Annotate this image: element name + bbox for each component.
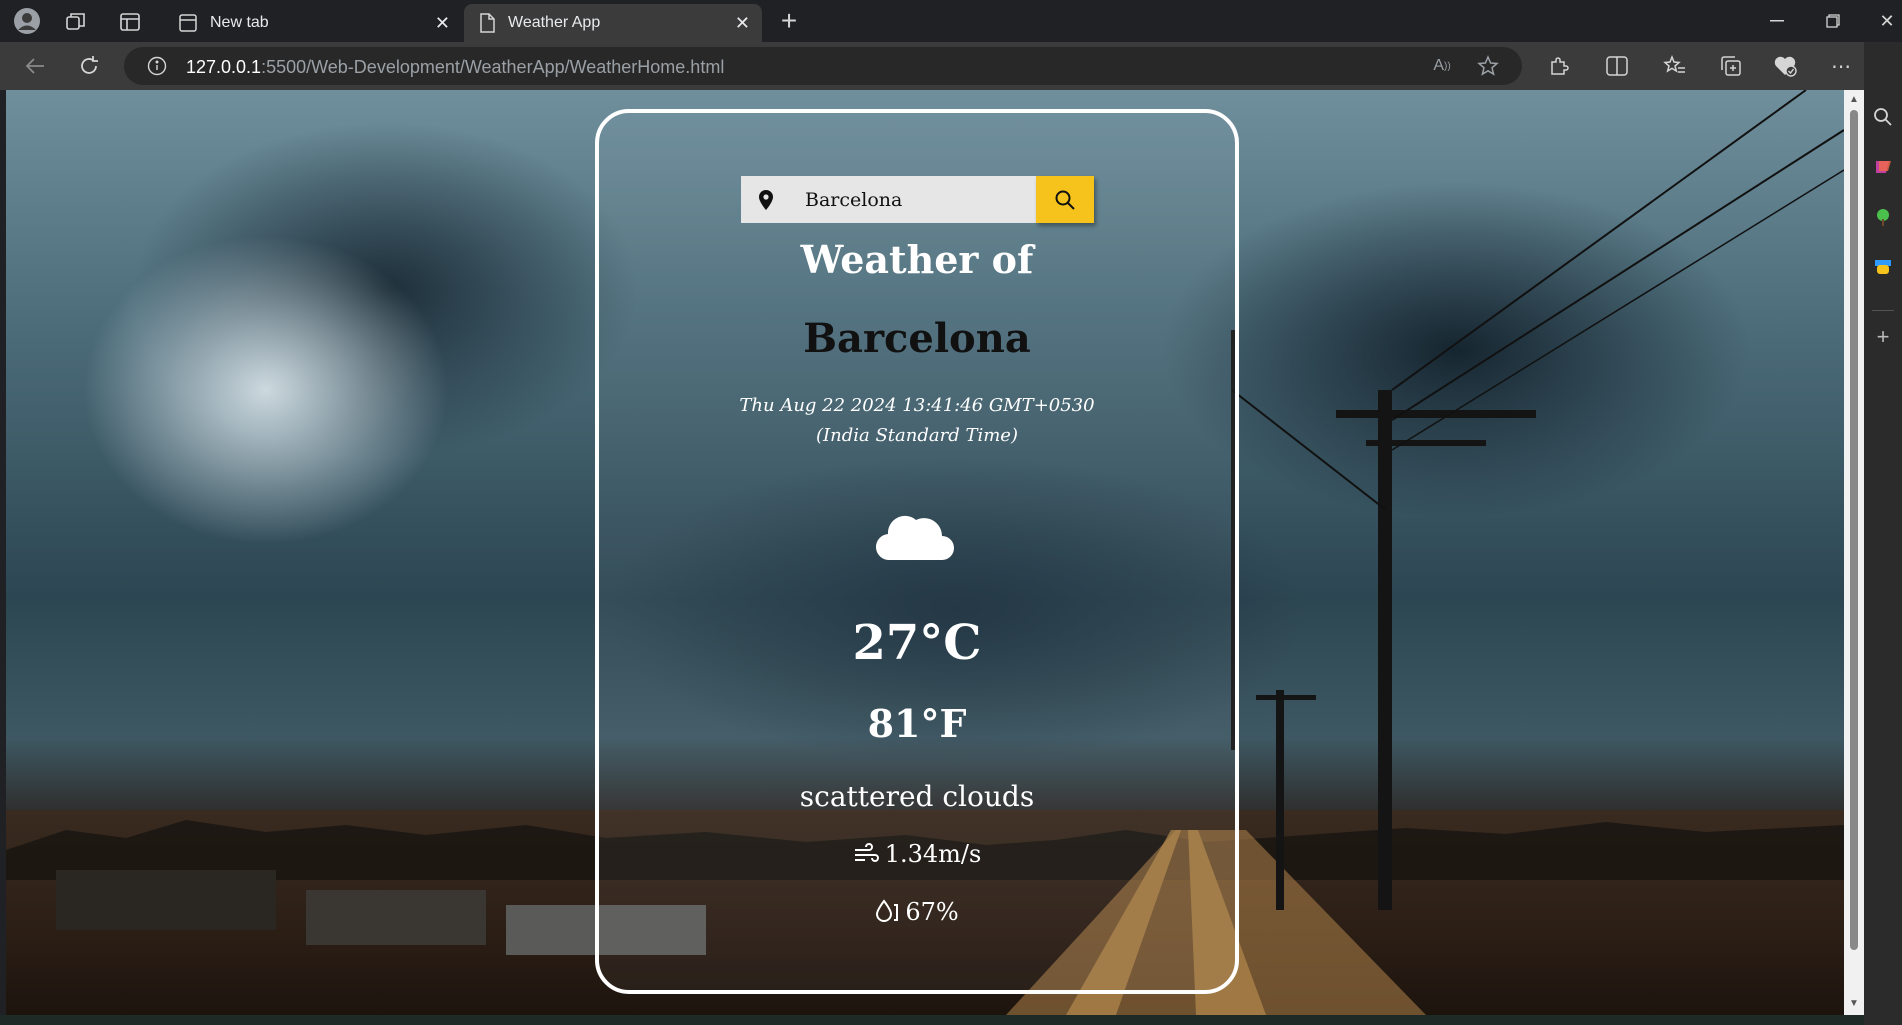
address-toolbar: 127.0.0.1:5500/Web-Development/WeatherAp… xyxy=(0,42,1902,90)
tab-new-tab[interactable]: New tab ✕ xyxy=(164,4,462,42)
tab-actions-icon[interactable] xyxy=(116,8,144,36)
search-button[interactable] xyxy=(1036,176,1094,223)
humidity-icon xyxy=(876,899,899,922)
location-pin-icon xyxy=(741,176,791,223)
collections-icon[interactable] xyxy=(1718,53,1744,79)
scroll-thumb[interactable] xyxy=(1850,110,1858,950)
restore-icon[interactable] xyxy=(1818,8,1848,34)
sidebar-office-icon[interactable] xyxy=(1870,254,1896,280)
bottom-status-strip xyxy=(0,1015,1864,1025)
url-text: 127.0.0.1:5500/Web-Development/WeatherAp… xyxy=(186,57,724,78)
sidebar-settings-gear-icon[interactable] xyxy=(1870,1020,1896,1025)
weather-description: scattered clouds xyxy=(799,780,1035,813)
url-host: 127.0.0.1 xyxy=(186,57,262,77)
minimize-icon[interactable] xyxy=(1762,8,1792,34)
sidebar-tree-icon[interactable] xyxy=(1870,204,1896,230)
new-tab-icon[interactable]: + xyxy=(774,5,804,36)
wind-value: 1.34m/s xyxy=(884,840,982,868)
temperature-celsius: 27°C xyxy=(852,615,982,671)
page-scrollbar[interactable]: ▲ ▼ xyxy=(1844,90,1864,1015)
humidity-value: 67% xyxy=(905,898,959,926)
scroll-up-arrow-icon[interactable]: ▲ xyxy=(1848,94,1860,105)
city-search-input[interactable] xyxy=(791,176,1036,223)
date-line: Thu Aug 22 2024 13:41:46 GMT+0530 xyxy=(739,395,1095,416)
more-menu-icon[interactable]: ⋯ xyxy=(1828,53,1854,79)
date-time: Thu Aug 22 2024 13:41:46 GMT+0530 (India… xyxy=(599,391,1235,451)
workspaces-icon[interactable] xyxy=(62,8,90,36)
wind-icon xyxy=(854,843,879,862)
page-icon xyxy=(478,13,496,33)
favorites-icon[interactable] xyxy=(1662,53,1688,79)
humidity: 67% xyxy=(599,898,1235,926)
weather-page-background: Weather of Barcelona Thu Aug 22 2024 13:… xyxy=(6,90,1844,1015)
site-info-icon[interactable] xyxy=(146,55,168,77)
edge-sidebar: + xyxy=(1864,42,1902,1025)
refresh-icon[interactable] xyxy=(74,51,104,81)
city-name: Barcelona xyxy=(803,315,1031,362)
weather-title: Weather of xyxy=(800,237,1034,282)
sidebar-divider xyxy=(1872,310,1894,311)
read-aloud-icon[interactable]: A)) xyxy=(1430,55,1454,77)
new-tab-page-icon xyxy=(178,13,198,33)
sidebar-shopping-icon[interactable] xyxy=(1870,154,1896,180)
close-tab-icon[interactable]: ✕ xyxy=(435,13,450,34)
temperature-fahrenheit: 81°F xyxy=(867,701,967,746)
extensions-icon[interactable] xyxy=(1546,53,1572,79)
timezone-line: (India Standard Time) xyxy=(816,425,1018,446)
tab-label: New tab xyxy=(210,14,269,31)
favorite-star-icon[interactable] xyxy=(1476,54,1500,78)
search-icon xyxy=(1055,190,1075,210)
profile-avatar-icon[interactable] xyxy=(12,6,42,36)
city-search-bar xyxy=(741,176,1094,223)
scroll-down-arrow-icon[interactable]: ▼ xyxy=(1848,998,1860,1009)
tab-weather-app[interactable]: Weather App ✕ xyxy=(464,4,762,42)
sidebar-add-icon[interactable]: + xyxy=(1870,324,1896,350)
weather-card: Weather of Barcelona Thu Aug 22 2024 13:… xyxy=(595,109,1239,994)
url-path: :5500/Web-Development/WeatherApp/Weather… xyxy=(261,57,725,77)
browser-tab-bar: New tab ✕ Weather App ✕ + ✕ xyxy=(0,0,1902,42)
sidebar-search-icon[interactable] xyxy=(1870,104,1896,130)
close-tab-icon[interactable]: ✕ xyxy=(735,13,750,34)
back-icon[interactable] xyxy=(20,51,50,81)
split-screen-icon[interactable] xyxy=(1604,53,1630,79)
wind-speed: 1.34m/s xyxy=(599,840,1235,868)
tab-label: Weather App xyxy=(508,14,601,31)
cloud-icon xyxy=(876,515,954,561)
browser-essentials-icon[interactable] xyxy=(1772,53,1798,79)
close-window-icon[interactable]: ✕ xyxy=(1872,8,1902,34)
url-bar[interactable]: 127.0.0.1:5500/Web-Development/WeatherAp… xyxy=(124,47,1522,85)
